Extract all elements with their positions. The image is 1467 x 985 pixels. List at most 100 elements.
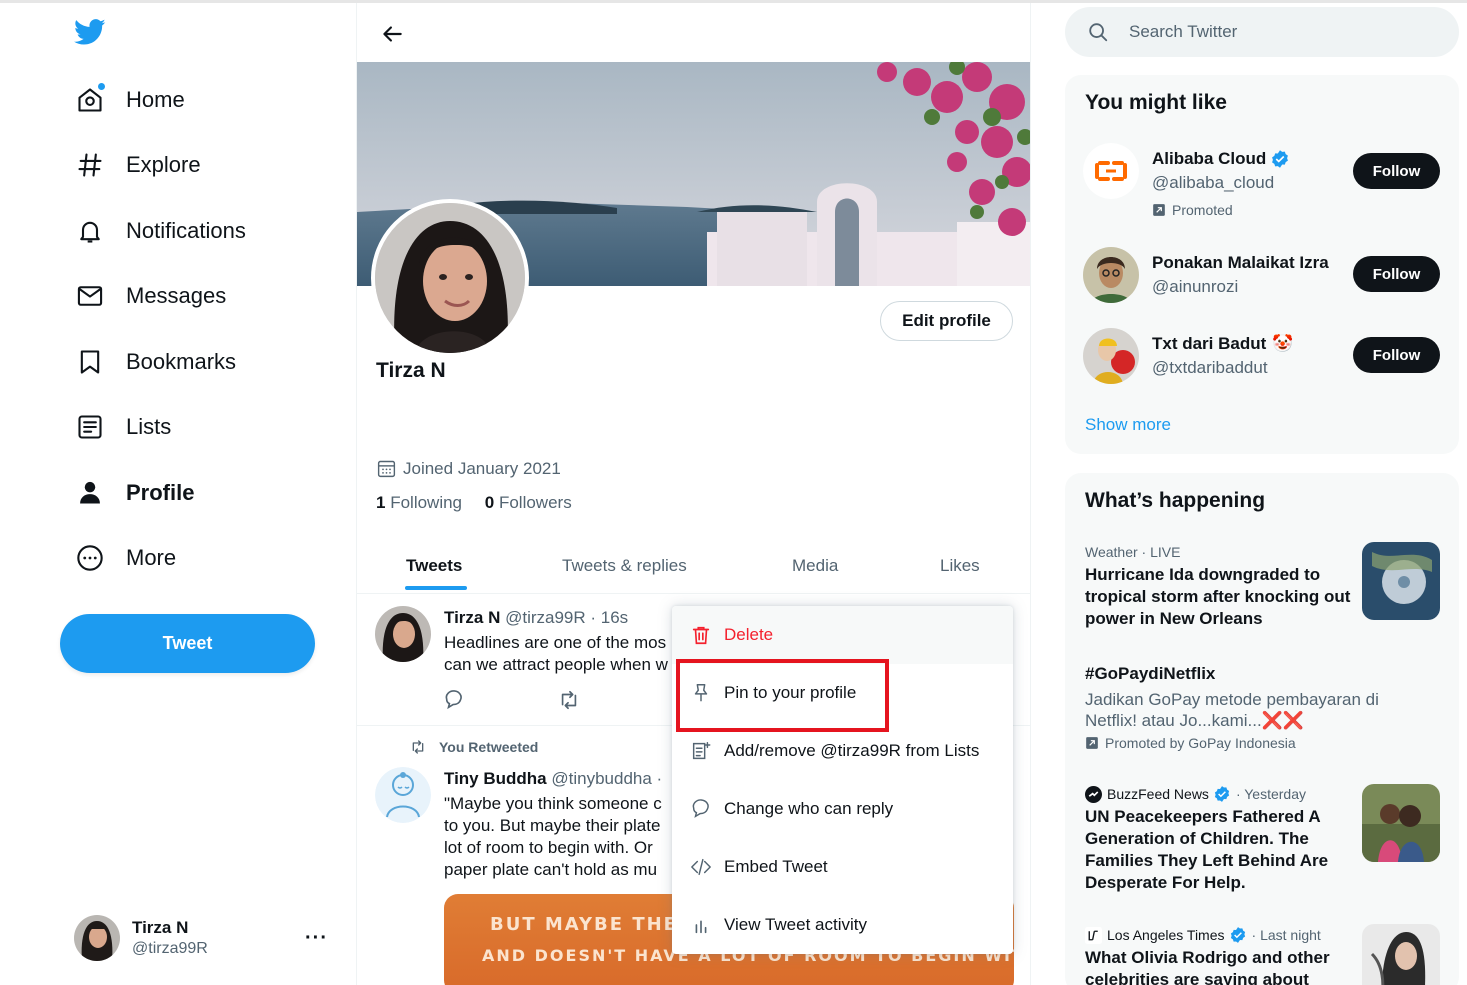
notification-dot xyxy=(97,82,106,91)
tweet-author[interactable]: Tirza N xyxy=(444,608,500,627)
trend-title: UN Peacekeepers Fathered A Generation of… xyxy=(1085,807,1329,892)
show-more-link[interactable]: Show more xyxy=(1085,415,1171,435)
joined-text: Joined January 2021 xyxy=(403,458,561,478)
tab-media[interactable]: Media xyxy=(792,538,838,594)
trend-thumbnail[interactable] xyxy=(1362,784,1440,862)
avatar xyxy=(375,767,431,823)
trend-time: · Yesterday xyxy=(1235,786,1306,802)
trend-description: Jadikan GoPay metode pembayaran di Netfl… xyxy=(1085,690,1379,730)
trend-item[interactable]: BuzzFeed News · Yesterday UN Peacekeeper… xyxy=(1085,785,1355,894)
card-title: You might like xyxy=(1085,91,1227,114)
follow-suggestion[interactable]: Ponakan Malaikat Izra @ainunrozi Follow xyxy=(1065,247,1459,307)
tweet-meta: @tirza99R · 16s xyxy=(505,608,629,627)
tab-tweets-replies[interactable]: Tweets & replies xyxy=(562,538,687,594)
more-dots-icon[interactable]: ··· xyxy=(305,927,328,950)
suggestion-name: Alibaba Cloud xyxy=(1152,149,1290,169)
active-tab-indicator xyxy=(405,586,467,590)
suggestion-name: Ponakan Malaikat Izra xyxy=(1152,253,1329,272)
account-switcher[interactable]: Tirza N @tirza99R ··· xyxy=(60,905,350,971)
calendar-icon xyxy=(376,458,403,479)
menu-item-label: Add/remove @tirza99R from Lists xyxy=(724,741,980,760)
suggestion-name: Txt dari Badut 🤡 xyxy=(1152,334,1293,354)
menu-item-embed[interactable]: Embed Tweet xyxy=(672,838,1013,896)
menu-item-label: Embed Tweet xyxy=(724,857,828,876)
retweeted-text: You Retweeted xyxy=(439,739,539,755)
trend-source: BuzzFeed News xyxy=(1107,786,1209,802)
nav-lists[interactable]: Lists xyxy=(60,401,187,453)
following-label: Following xyxy=(390,493,463,512)
list-add-icon xyxy=(690,740,712,762)
avatar xyxy=(1083,247,1139,303)
search-icon xyxy=(1087,21,1109,43)
verified-badge-icon xyxy=(1229,926,1247,944)
trend-item[interactable]: Los Angeles Times · Last night What Oliv… xyxy=(1085,926,1355,985)
follow-stats: 1 Following 0 Followers xyxy=(376,493,572,513)
nav-home[interactable]: Home xyxy=(60,74,201,126)
nav-profile[interactable]: Profile xyxy=(60,467,210,519)
reply-bubble-icon xyxy=(690,798,712,820)
tweet-header: Tirza N @tirza99R · 16s xyxy=(444,608,628,628)
reply-icon[interactable] xyxy=(443,689,465,711)
nav-label: Profile xyxy=(126,480,195,505)
nav-explore[interactable]: Explore xyxy=(60,139,217,191)
clown-emoji-icon: 🤡 xyxy=(1272,334,1294,353)
follow-button[interactable]: Follow xyxy=(1353,337,1440,373)
home-icon xyxy=(76,82,106,114)
list-icon xyxy=(76,413,104,441)
hashtag-icon xyxy=(76,151,104,179)
trend-meta: Los Angeles Times · Last night xyxy=(1085,926,1355,944)
profile-avatar[interactable] xyxy=(371,199,529,357)
promoted-text: Promoted by GoPay Indonesia xyxy=(1105,735,1296,751)
nav-more[interactable]: More xyxy=(60,532,192,584)
nav-bookmarks[interactable]: Bookmarks xyxy=(60,336,252,388)
menu-item-delete[interactable]: Delete xyxy=(672,606,1013,664)
trend-item[interactable]: #GoPaydiNetflix Jadikan GoPay metode pem… xyxy=(1085,663,1405,751)
nav-notifications[interactable]: Notifications xyxy=(60,205,262,257)
trend-item[interactable]: Weather · LIVE Hurricane Ida downgraded … xyxy=(1085,544,1355,630)
card-title: What’s happening xyxy=(1085,489,1266,512)
trend-thumbnail[interactable] xyxy=(1362,924,1440,985)
annotation-highlight-box xyxy=(676,659,889,732)
promoted-icon xyxy=(1085,736,1099,750)
followers-link[interactable]: 0 Followers xyxy=(485,493,572,512)
follow-button[interactable]: Follow xyxy=(1353,256,1440,292)
nav-label: Messages xyxy=(126,283,227,308)
retweeted-label: You Retweeted xyxy=(409,739,538,755)
following-link[interactable]: 1 Following xyxy=(376,493,462,512)
tab-likes[interactable]: Likes xyxy=(940,538,980,594)
more-circle-icon xyxy=(76,544,104,572)
trend-source: Los Angeles Times xyxy=(1107,927,1225,943)
nav-label: Explore xyxy=(126,152,201,177)
bar-chart-icon xyxy=(690,914,712,936)
trend-thumbnail[interactable] xyxy=(1362,542,1440,620)
promoted-label: Promoted by GoPay Indonesia xyxy=(1085,735,1405,751)
back-arrow-icon[interactable] xyxy=(379,21,405,47)
avatar xyxy=(74,915,120,961)
la-times-logo-icon xyxy=(1085,926,1102,944)
tweet-author[interactable]: Tiny Buddha xyxy=(444,769,547,788)
nav-label: Bookmarks xyxy=(126,349,237,374)
tweet-button[interactable]: Tweet xyxy=(60,614,315,673)
account-handle: @tirza99R xyxy=(132,940,208,957)
nav-messages[interactable]: Messages xyxy=(60,270,242,322)
person-icon xyxy=(76,479,104,507)
avatar xyxy=(1083,328,1139,384)
follow-suggestion[interactable]: Alibaba Cloud @alibaba_cloud Promoted Fo… xyxy=(1065,143,1459,233)
search-input[interactable] xyxy=(1129,22,1429,42)
following-count: 1 xyxy=(376,493,386,512)
nav-label: Lists xyxy=(126,414,172,439)
follow-suggestion[interactable]: Txt dari Badut 🤡 @txtdaribaddut Follow xyxy=(1065,328,1459,388)
verified-badge-icon xyxy=(1270,149,1290,169)
retweet-icon[interactable] xyxy=(557,689,581,711)
menu-item-change-reply[interactable]: Change who can reply xyxy=(672,780,1013,838)
edit-profile-button[interactable]: Edit profile xyxy=(880,301,1013,341)
follow-button[interactable]: Follow xyxy=(1353,153,1440,189)
trend-meta: BuzzFeed News · Yesterday xyxy=(1085,785,1355,803)
search-bar[interactable] xyxy=(1065,7,1459,57)
joined-date: Joined January 2021 xyxy=(376,458,561,479)
menu-item-activity[interactable]: View Tweet activity xyxy=(672,896,1013,954)
twitter-logo-icon[interactable] xyxy=(72,16,108,50)
menu-item-label: Delete xyxy=(724,625,774,644)
menu-item-label: Change who can reply xyxy=(724,799,894,818)
profile-name: Tirza N xyxy=(376,359,446,382)
